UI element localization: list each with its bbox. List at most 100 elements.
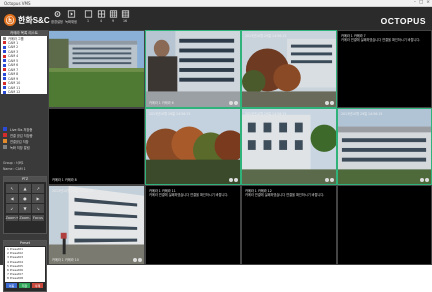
- ptz-up-button[interactable]: ▲: [19, 184, 31, 193]
- tile-controls: [325, 178, 334, 182]
- settings-button[interactable]: 환경설정: [50, 10, 64, 28]
- video-tile[interactable]: [48, 30, 145, 108]
- camera-icon: [3, 72, 6, 76]
- camera-feed-image: [49, 31, 144, 107]
- record-icon[interactable]: [138, 258, 142, 262]
- layout-16-button[interactable]: 16: [118, 10, 132, 28]
- sidebar: 카메라 목록 리스트 카메라 그룹 CAM 1 CAM 2 CAM 3 CAM …: [0, 30, 48, 292]
- record-icon[interactable]: [234, 101, 238, 105]
- status-legend: Live Sts 저장중 연결 끊김 저장중 연결끊김 저장 녹화 저장 알림: [0, 126, 48, 150]
- preset-panel: Preset 1 Preset01 2 Preset02 3 Preset03 …: [3, 240, 47, 292]
- video-tile[interactable]: 2013년10월 29일 14:56:15: [241, 108, 337, 185]
- settings-label: 환경설정: [51, 20, 63, 24]
- video-tile[interactable]: 카메라 1 카메라 8: [48, 108, 145, 185]
- connection-error-message: 카메라 연결에 실패하였습니다 연결을 확인하시기 바랍니다.: [149, 193, 229, 197]
- layout-16-icon: [121, 10, 129, 18]
- minimize-icon[interactable]: –: [414, 0, 416, 5]
- camera-icon: [3, 90, 6, 94]
- snapshot-icon[interactable]: [420, 178, 424, 182]
- folder-icon: [3, 36, 6, 40]
- playback-button[interactable]: 녹화재생: [64, 10, 78, 28]
- snapshot-icon[interactable]: [325, 178, 329, 182]
- layout-4-icon: [97, 10, 105, 18]
- video-tile[interactable]: 2013년10월 29일 14:56:15 카메라 1 카메라 10: [48, 185, 145, 265]
- record-icon[interactable]: [425, 178, 429, 182]
- ptz-zoom-row: Zoom+ Zoom- Focus: [5, 215, 46, 221]
- snapshot-icon[interactable]: [229, 178, 233, 182]
- video-tile[interactable]: 카메라 1 카메라 11 카메라 연결에 실패하였습니다 연결을 확인하시기 바…: [145, 185, 241, 265]
- record-icon[interactable]: [330, 178, 334, 182]
- record-icon[interactable]: [330, 101, 334, 105]
- tree-item[interactable]: CAM 12: [1, 90, 47, 95]
- video-grid: 카메라 1 카메라 6 2013년10월 29일 14:56:15 카메라 1 …: [48, 30, 432, 265]
- camera-icon: [3, 81, 6, 85]
- video-tile[interactable]: 카메라 1 카메라 6: [145, 30, 241, 108]
- tile-timestamp: 2013년10월 29일 14:56:15: [149, 112, 191, 116]
- layout-1-button[interactable]: 1: [81, 10, 95, 28]
- camera-feed-image: [49, 186, 144, 264]
- ptz-right-button[interactable]: ▶: [32, 194, 44, 203]
- ptz-panel: PTZ ↖ ▲ ↗ ◀ ● ▶ ↙ ▼ ↘ Zoom+ Zoom- Focus: [3, 176, 47, 234]
- preset-item[interactable]: 8 Preset08: [5, 276, 45, 280]
- tile-timestamp: 2013년10월 29일 14:56:15: [245, 34, 287, 38]
- video-tile[interactable]: 카메라 1 카메라 7 카메라 연결에 실패하였습니다 연결을 확인하시기 바랍…: [337, 30, 432, 108]
- company-logo: ⓗ 한화S&C: [4, 14, 50, 26]
- ptz-up-left-button[interactable]: ↖: [6, 184, 18, 193]
- ptz-title: PTZ: [4, 177, 46, 182]
- connection-error-message: 카메라 연결에 실패하였습니다 연결을 확인하시기 바랍니다.: [245, 193, 325, 197]
- camera-icon: [3, 59, 6, 63]
- tile-controls: [229, 178, 238, 182]
- video-tile[interactable]: 카메라 1 카메라 12 카메라 연결에 실패하였습니다 연결을 확인하시기 바…: [241, 185, 337, 265]
- preset-delete-button[interactable]: 삭제: [32, 283, 43, 288]
- camera-icon: [3, 54, 6, 58]
- ptz-center-button[interactable]: ●: [19, 194, 31, 203]
- brand-logo: OCTOPUS: [380, 16, 426, 26]
- tile-camera-name: 카메라 1 카메라 8: [52, 178, 77, 182]
- focus-button[interactable]: Focus: [32, 215, 44, 221]
- ptz-down-left-button[interactable]: ↙: [6, 204, 18, 213]
- record-icon[interactable]: [234, 178, 238, 182]
- name-info: Name : CAM 1: [3, 167, 26, 171]
- legend-swatch: [3, 145, 7, 149]
- layout-1-label: 1: [86, 19, 90, 23]
- logo-text: 한화S&C: [18, 15, 50, 25]
- video-tile[interactable]: 2013년10월 29일 14:56:15: [241, 30, 337, 108]
- window-title: Octopus VMS: [4, 0, 31, 6]
- preset-go-button[interactable]: 이동: [6, 283, 17, 288]
- snapshot-icon[interactable]: [325, 101, 329, 105]
- tile-camera-name: 카메라 1 카메라 6: [149, 101, 174, 105]
- video-tile[interactable]: 2013년10월 29일 14:56:15: [145, 108, 241, 185]
- legend-swatch: [3, 133, 7, 137]
- playback-label: 녹화재생: [65, 20, 77, 24]
- camera-icon: [3, 77, 6, 81]
- close-icon[interactable]: ×: [426, 0, 430, 5]
- playback-icon: [67, 10, 75, 18]
- layout-1-icon: [84, 10, 92, 18]
- legend-swatch: [3, 127, 7, 131]
- tile-camera-name: 카메라 1 카메라 10: [52, 258, 79, 262]
- ptz-up-right-button[interactable]: ↗: [32, 184, 44, 193]
- video-tile[interactable]: 2013년10월 29일 14:56:15: [337, 108, 432, 185]
- camera-feed-image: [146, 31, 240, 107]
- snapshot-icon[interactable]: [229, 101, 233, 105]
- ptz-left-button[interactable]: ◀: [6, 194, 18, 203]
- tile-controls: [420, 178, 429, 182]
- window-titlebar: Octopus VMS – □ ×: [0, 0, 432, 7]
- ptz-down-right-button[interactable]: ↘: [32, 204, 44, 213]
- video-tile[interactable]: [337, 185, 432, 265]
- preset-save-button[interactable]: 저장: [19, 283, 30, 288]
- snapshot-icon[interactable]: [133, 258, 137, 262]
- camera-icon: [3, 45, 6, 49]
- preset-buttons: 이동 저장 삭제: [6, 283, 46, 288]
- camera-tree[interactable]: 카메라 그룹 CAM 1 CAM 2 CAM 3 CAM 4 CAM 5 CAM…: [1, 36, 47, 94]
- ptz-down-button[interactable]: ▼: [19, 204, 31, 213]
- layout-16-label: 16: [122, 19, 128, 23]
- window-controls: – □ ×: [414, 0, 430, 5]
- maximize-icon[interactable]: □: [419, 0, 423, 5]
- legend-swatch: [3, 139, 7, 143]
- logo-mark-icon: ⓗ: [4, 14, 16, 26]
- tile-controls: [229, 101, 238, 105]
- zoom-out-button[interactable]: Zoom-: [19, 215, 31, 221]
- zoom-in-button[interactable]: Zoom+: [5, 215, 19, 221]
- camera-icon: [3, 50, 6, 54]
